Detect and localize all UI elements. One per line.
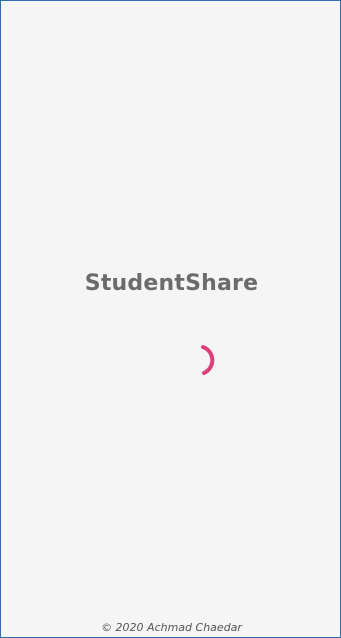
splash-screen: StudentShare © 2020 Achmad Chaedar: [0, 0, 341, 638]
loading-spinner-icon: [201, 345, 215, 375]
app-title: StudentShare: [84, 271, 259, 296]
copyright-footer: © 2020 Achmad Chaedar: [101, 621, 242, 634]
